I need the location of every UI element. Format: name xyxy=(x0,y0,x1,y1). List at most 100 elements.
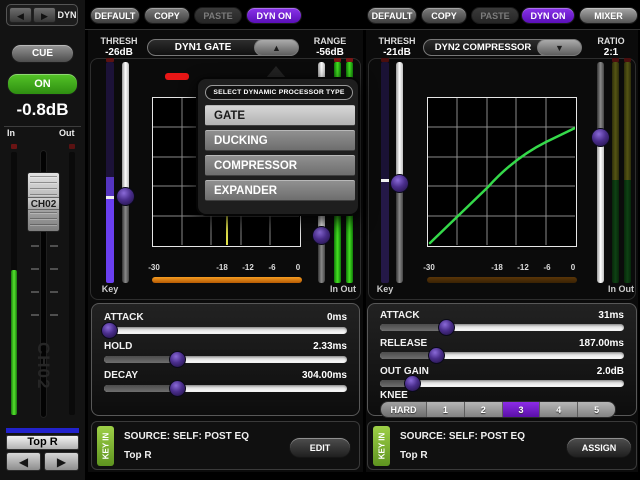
dyn2-type-dropdown[interactable]: DYN2 COMPRESSOR ▼ xyxy=(423,39,581,56)
dyn1-level-meter-horizontal xyxy=(152,277,302,283)
dyn1-keyin-tab-label: KEY IN xyxy=(101,433,110,460)
tab-dyn[interactable]: DYN xyxy=(56,5,78,25)
knee-3-button[interactable]: 3 xyxy=(503,402,541,417)
dyn2-scale-tick: -12 xyxy=(512,263,534,272)
dyn2-paste-button[interactable]: PASTE xyxy=(471,7,519,24)
dyn1-attack-value: 0ms xyxy=(327,312,347,323)
dyn1-thresh-fader-track[interactable] xyxy=(122,62,129,196)
dyn1-type-dropdown[interactable]: DYN1 GATE ▲ xyxy=(147,39,298,56)
dyn2-attack-slider-knob[interactable] xyxy=(438,319,455,336)
knee-5-button[interactable]: 5 xyxy=(578,402,615,417)
dyn1-hold-slider-fill xyxy=(104,356,177,363)
dyn2-on-button[interactable]: DYN ON xyxy=(521,7,575,24)
fader-tick xyxy=(50,268,58,270)
dyn2-knee-selector: HARD 1 2 3 4 5 xyxy=(380,401,616,418)
popup-option-ducking[interactable]: DUCKING xyxy=(205,130,355,151)
channel-sidebar: ◀ ▶ DYN CUE ON -0.8dB In Out CH02 CH02 T… xyxy=(0,0,85,480)
dyn1-scale-tick: -12 xyxy=(237,263,259,272)
dyn1-params-panel: ATTACK 0ms HOLD 2.33ms DECAY 304.00ms xyxy=(91,303,360,416)
dyn2-default-button[interactable]: DEFAULT xyxy=(367,7,417,24)
dyn2-attack-slider[interactable] xyxy=(380,324,624,331)
channel-color-bar xyxy=(6,428,79,433)
dyn1-keyin-edit-button[interactable]: EDIT xyxy=(289,437,351,458)
dyn2-compressor-graph xyxy=(427,97,577,247)
fader-tick xyxy=(50,314,58,316)
dyn2-keyin-channel: Top R xyxy=(400,450,428,461)
dyn1-range-fader-knob[interactable] xyxy=(312,226,331,245)
dyn2-thresh-fader-track[interactable] xyxy=(396,62,403,184)
dyn2-release-slider-knob[interactable] xyxy=(428,347,445,364)
processor-type-popup: SELECT DYNAMIC PROCESSOR TYPE GATE DUCKI… xyxy=(196,77,360,216)
cue-button[interactable]: CUE xyxy=(11,44,74,63)
dyn1-paste-button[interactable]: PASTE xyxy=(194,7,242,24)
dyn2-outgain-slider[interactable] xyxy=(380,380,624,387)
dyn2-keyin-tab: KEY IN xyxy=(373,426,390,466)
channel-on-button[interactable]: ON xyxy=(7,73,78,95)
dyn2-keyin-panel: KEY IN SOURCE: SELF: POST EQ Top R ASSIG… xyxy=(367,421,637,470)
popup-option-gate[interactable]: GATE xyxy=(205,105,355,126)
dyn1-scale-tick: -18 xyxy=(211,263,233,272)
channel-fader-handle[interactable]: CH02 xyxy=(27,172,60,232)
dyn2-keyin-assign-button[interactable]: ASSIGN xyxy=(566,437,632,458)
popup-option-expander[interactable]: EXPANDER xyxy=(205,180,355,201)
dyn1-hold-value: 2.33ms xyxy=(313,341,347,352)
dyn2-knee-label: KNEE xyxy=(380,390,408,401)
knee-1-button[interactable]: 1 xyxy=(427,402,465,417)
dyn1-key-meter xyxy=(106,62,114,177)
dyn2-thresh-fader-track-lower[interactable] xyxy=(396,184,403,283)
channel-right-arrow-button[interactable]: ▶ xyxy=(44,452,79,471)
dyn2-type-arrow-icon[interactable]: ▼ xyxy=(537,39,582,56)
channel-left-arrow-button[interactable]: ◀ xyxy=(6,452,41,471)
dyn1-keyin-channel: Top R xyxy=(124,450,152,461)
channel-next-button[interactable]: ▶ xyxy=(33,7,56,23)
knee-2-button[interactable]: 2 xyxy=(465,402,503,417)
dyn2-in-meter-yellow-zone xyxy=(612,62,619,180)
dyn2-key-meter xyxy=(381,62,389,179)
out-clip-indicator xyxy=(69,144,75,149)
dyn1-key-label: Key xyxy=(98,284,122,294)
dyn2-ratio-fader-track-upper[interactable] xyxy=(597,62,604,137)
fader-cap-label: CH02 xyxy=(28,197,59,210)
dyn2-thresh-label: THRESH xyxy=(370,36,424,46)
dyn2-thresh-fader-knob[interactable] xyxy=(390,174,409,193)
dyn2-ratio-fader-knob[interactable] xyxy=(591,128,610,147)
knee-hard-button[interactable]: HARD xyxy=(381,402,427,417)
dyn2-key-meter-low xyxy=(381,182,389,283)
dyn2-ratio-label: RATIO xyxy=(584,36,638,46)
dyn1-type-arrow-icon[interactable]: ▲ xyxy=(254,39,299,56)
dyn1-default-button[interactable]: DEFAULT xyxy=(90,7,140,24)
dyn1-decay-slider-knob[interactable] xyxy=(169,380,186,397)
dyn2-graph-grid xyxy=(428,98,575,245)
channel-prev-button[interactable]: ◀ xyxy=(9,7,32,23)
dyn1-on-button[interactable]: DYN ON xyxy=(246,7,302,24)
fader-tick xyxy=(31,314,39,316)
dyn2-in-meter-green-zone xyxy=(612,180,619,283)
dyn1-type-label: DYN1 GATE xyxy=(148,40,258,57)
fader-tick xyxy=(31,245,39,247)
dyn1-scale-tick: -30 xyxy=(143,263,165,272)
dyn1-key-meter-fill-low xyxy=(106,199,114,283)
in-level-meter xyxy=(11,152,17,415)
dyn1-attack-slider[interactable] xyxy=(104,327,347,334)
dyn1-decay-slider-fill xyxy=(104,385,177,392)
mixer-button[interactable]: MIXER xyxy=(579,7,638,24)
dyn2-copy-button[interactable]: COPY xyxy=(421,7,467,24)
in-meter-fill xyxy=(11,270,17,415)
dyn1-scale-tick: 0 xyxy=(287,263,309,272)
dyn1-hold-slider-knob[interactable] xyxy=(169,351,186,368)
popup-option-compressor[interactable]: COMPRESSOR xyxy=(205,155,355,176)
dyn1-thresh-fader-knob[interactable] xyxy=(116,187,135,206)
dyn2-release-label: RELEASE xyxy=(380,338,427,349)
dyn1-thresh-fader-track-lower[interactable] xyxy=(122,196,129,283)
dyn2-ratio-fader-track[interactable] xyxy=(597,137,604,283)
dyn1-scale-tick: -6 xyxy=(261,263,283,272)
dyn1-hold-slider[interactable] xyxy=(104,356,347,363)
dyn1-attack-slider-knob[interactable] xyxy=(101,322,118,339)
fader-tick xyxy=(31,268,39,270)
dynamics-screen: ◀ ▶ DYN CUE ON -0.8dB In Out CH02 CH02 T… xyxy=(0,0,640,480)
dyn2-release-slider[interactable] xyxy=(380,352,624,359)
in-clip-indicator xyxy=(11,144,17,149)
dyn1-decay-slider[interactable] xyxy=(104,385,347,392)
dyn1-copy-button[interactable]: COPY xyxy=(144,7,190,24)
knee-4-button[interactable]: 4 xyxy=(540,402,578,417)
